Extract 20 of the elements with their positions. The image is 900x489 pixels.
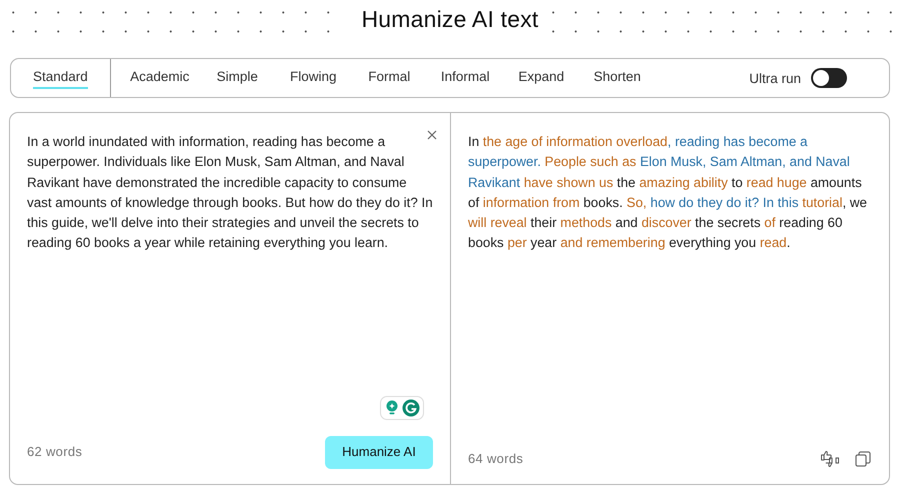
mode-tab[interactable]: Formal	[350, 67, 428, 89]
copy-icon[interactable]	[855, 450, 871, 467]
mode-tab[interactable]: Expand	[502, 67, 580, 89]
mode-tab[interactable]: Simple	[198, 67, 276, 89]
output-text: In the age of information overload, reading has become a superpower. People such as Elon Musk, Sam Altman, and Naval Ravikant have shown us the amazing ability to read huge amounts of information from books. So, how do they do it? In this tutorial, we will reveal their methods and discover the secrets of reading 60 books per year and remembering everything you read.	[468, 133, 868, 252]
ultra-run-label: Ultra run	[749, 70, 801, 86]
word-count: 62 words	[27, 443, 82, 462]
mode-tab[interactable]: Academic	[120, 67, 200, 89]
input-text[interactable]: In a world inundated with information, reading has become a superpower. Individuals like Elon Musk, Sam Altman, and Naval Ravikant have demonstrated the incredible capacity to consume vast amounts of knowledge through books. But how do they do it? In this guide, we'll delve into their strategies and unveil the secrets to reading 60 books a year while retaining everything you learn.	[27, 132, 433, 436]
mode-tab[interactable]: Informal	[426, 67, 504, 89]
mode-tab[interactable]: Standard	[33, 67, 88, 89]
mode-tab[interactable]: Flowing	[274, 67, 352, 89]
grammar-logo-icon[interactable]	[402, 399, 420, 417]
word-count: 64 words	[468, 450, 524, 468]
humanize-button[interactable]: Humanize AI	[325, 436, 433, 469]
lightbulb-icon[interactable]	[384, 399, 400, 416]
mode-tab[interactable]: Shorten	[578, 67, 656, 89]
close-icon[interactable]	[426, 129, 438, 141]
thumbs-up-down-icon[interactable]	[820, 450, 840, 468]
ultra-run-toggle[interactable]	[811, 68, 847, 88]
